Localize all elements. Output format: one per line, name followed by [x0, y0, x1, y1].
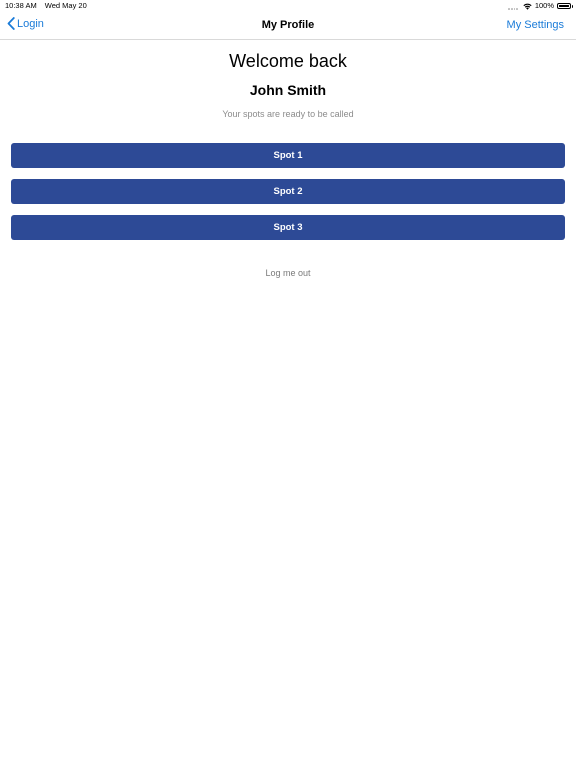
- welcome-heading: Welcome back: [229, 51, 347, 71]
- cellular-signal-icon: [508, 2, 518, 10]
- wifi-icon: [523, 3, 532, 10]
- logout-row: Log me out: [0, 268, 576, 278]
- battery-percent: 100%: [534, 1, 554, 10]
- spot-1-button[interactable]: Spot 1: [11, 143, 565, 168]
- my-settings-button[interactable]: My Settings: [507, 19, 564, 31]
- page-title: My Profile: [261, 19, 315, 31]
- logout-button[interactable]: Log me out: [265, 268, 310, 278]
- spots-ready-message: Your spots are ready to be called: [222, 109, 354, 119]
- spot-3-button[interactable]: Spot 3: [11, 215, 565, 240]
- status-time: 10:38 AM: [5, 1, 37, 10]
- status-right: 100%: [508, 0, 573, 12]
- status-bar: 10:38 AM Wed May 20 100%: [0, 0, 576, 12]
- navigation-bar: Login My Profile My Settings: [0, 12, 576, 40]
- battery-icon: [557, 2, 573, 10]
- status-left: 10:38 AM Wed May 20: [5, 0, 87, 12]
- user-name: John Smith: [249, 82, 327, 98]
- profile-screen: 10:38 AM Wed May 20 100% Login My Profil…: [0, 0, 576, 768]
- spot-2-button[interactable]: Spot 2: [11, 179, 565, 204]
- status-date: Wed May 20: [44, 1, 87, 10]
